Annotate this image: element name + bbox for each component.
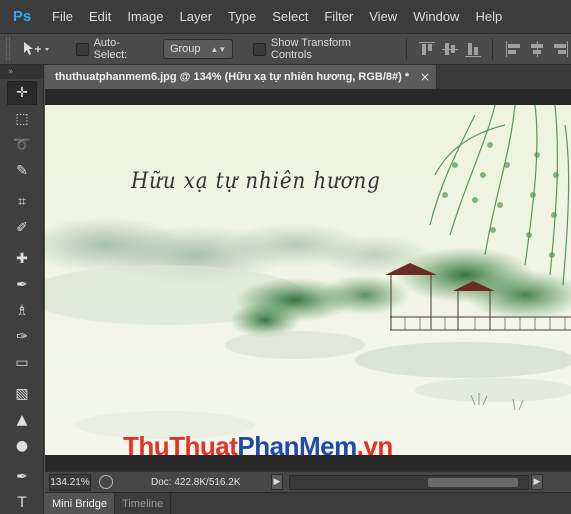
status-menu-arrow-icon[interactable]: ▶ bbox=[271, 474, 283, 490]
lasso-tool-icon[interactable]: ➰ bbox=[7, 133, 37, 157]
divider bbox=[492, 38, 494, 60]
auto-select-label: Auto-Select: bbox=[93, 37, 128, 61]
align-top-edges-icon[interactable] bbox=[418, 40, 435, 58]
brush-tool-icon[interactable]: ✒ bbox=[7, 273, 37, 297]
align-horizontal-centers-icon[interactable] bbox=[528, 40, 545, 58]
horizontal-scrollbar[interactable] bbox=[289, 474, 529, 490]
show-transform-label: Show Transform Controls bbox=[270, 37, 351, 61]
move-tool-icon[interactable]: ✛ bbox=[7, 81, 37, 105]
dodge-tool-icon[interactable]: ● bbox=[7, 434, 37, 458]
watermark-part-2: PhanMem bbox=[237, 431, 357, 455]
align-vertical-centers-icon[interactable] bbox=[441, 40, 458, 58]
tool-preset-picker[interactable] bbox=[20, 40, 62, 58]
scroll-right-arrow-icon[interactable]: ▶ bbox=[531, 474, 543, 490]
type-tool-icon[interactable]: T bbox=[7, 491, 37, 514]
divider bbox=[405, 38, 407, 60]
tools-panel: » ✛ ⬚ ➰ ✎ ⌗ ✐ ✚ ✒ ♗ ✑ ▭ ▧ ▲ ● ✒ T bbox=[0, 65, 44, 514]
status-bar: 134.21% Doc: 422.8K/516.2K ▶ ▶ bbox=[45, 471, 571, 492]
watermark-part-1: ThuThuat bbox=[123, 431, 238, 455]
eraser-tool-icon[interactable]: ▭ bbox=[7, 351, 37, 375]
tool-group-spacer bbox=[0, 185, 43, 188]
options-grip[interactable] bbox=[6, 38, 10, 60]
photoshop-logo-icon: Ps bbox=[12, 8, 32, 25]
healing-brush-tool-icon[interactable]: ✚ bbox=[7, 247, 37, 271]
landscape-painting-image bbox=[45, 105, 571, 455]
canvas-calligraphy-text: Hữu xạ tự nhiên hương bbox=[131, 169, 381, 194]
watermark-part-3: .vn bbox=[356, 431, 394, 455]
gradient-tool-icon[interactable]: ▧ bbox=[7, 382, 37, 406]
tool-group-spacer bbox=[0, 377, 43, 380]
menu-type[interactable]: Type bbox=[220, 0, 264, 33]
tool-group-spacer bbox=[0, 460, 43, 463]
document-tab-bar: thuthuatphanmem6.jpg @ 134% (Hữu xạ tự n… bbox=[45, 65, 571, 89]
document-tab-title: thuthuatphanmem6.jpg @ 134% (Hữu xạ tự n… bbox=[55, 71, 410, 83]
crop-tool-icon[interactable]: ⌗ bbox=[7, 190, 37, 214]
status-info-icon[interactable] bbox=[99, 475, 113, 489]
history-brush-tool-icon[interactable]: ✑ bbox=[7, 325, 37, 349]
document-info: Doc: 422.8K/516.2K bbox=[151, 476, 241, 488]
auto-select-checkbox[interactable] bbox=[76, 42, 89, 56]
menu-image[interactable]: Image bbox=[119, 0, 171, 33]
zoom-level-field[interactable]: 134.21% bbox=[49, 473, 91, 491]
marquee-tool-icon[interactable]: ⬚ bbox=[7, 107, 37, 131]
align-right-edges-icon[interactable] bbox=[551, 40, 568, 58]
document-tab[interactable]: thuthuatphanmem6.jpg @ 134% (Hữu xạ tự n… bbox=[45, 65, 437, 89]
align-left-edges-icon[interactable] bbox=[504, 40, 521, 58]
eyedropper-tool-icon[interactable]: ✐ bbox=[7, 216, 37, 240]
menu-view[interactable]: View bbox=[361, 0, 405, 33]
scrollbar-thumb[interactable] bbox=[428, 477, 518, 487]
menu-file[interactable]: File bbox=[44, 0, 81, 33]
tab-mini-bridge[interactable]: Mini Bridge bbox=[45, 493, 116, 514]
menu-bar: Ps File Edit Image Layer Type Select Fil… bbox=[0, 0, 571, 33]
tab-timeline[interactable]: Timeline bbox=[115, 493, 172, 514]
menu-window[interactable]: Window bbox=[405, 0, 467, 33]
show-transform-checkbox[interactable] bbox=[253, 42, 266, 56]
tools-panel-collapse-icon[interactable]: » bbox=[0, 65, 43, 79]
menu-layer[interactable]: Layer bbox=[172, 0, 221, 33]
blur-tool-icon[interactable]: ▲ bbox=[7, 408, 37, 432]
auto-select-value: Group bbox=[169, 43, 201, 55]
menu-select[interactable]: Select bbox=[264, 0, 316, 33]
align-bottom-edges-icon[interactable] bbox=[464, 40, 482, 58]
menu-help[interactable]: Help bbox=[467, 0, 510, 33]
tool-group-spacer bbox=[0, 242, 43, 245]
dropdown-arrows-icon: ▲▼ bbox=[210, 44, 227, 54]
options-bar: Auto-Select: Group ▲▼ Show Transform Con… bbox=[0, 33, 571, 65]
move-tool-icon bbox=[23, 42, 49, 55]
watermark-logo: ThuThuatPhanMem.vn bbox=[123, 431, 393, 455]
clone-stamp-tool-icon[interactable]: ♗ bbox=[7, 299, 37, 323]
menu-edit[interactable]: Edit bbox=[81, 0, 119, 33]
quick-select-tool-icon[interactable]: ✎ bbox=[7, 159, 37, 183]
document-canvas[interactable]: Hữu xạ tự nhiên hương ThuThuatPhanMem.vn bbox=[45, 105, 571, 455]
auto-select-dropdown[interactable]: Group ▲▼ bbox=[162, 39, 234, 59]
close-icon[interactable]: × bbox=[420, 70, 430, 84]
tools-list: ✛ ⬚ ➰ ✎ ⌗ ✐ ✚ ✒ ♗ ✑ ▭ ▧ ▲ ● ✒ T bbox=[0, 81, 43, 514]
bottom-panel-tabs: Mini Bridge Timeline bbox=[45, 492, 571, 514]
menu-filter[interactable]: Filter bbox=[316, 0, 361, 33]
pen-tool-icon[interactable]: ✒ bbox=[7, 465, 37, 489]
